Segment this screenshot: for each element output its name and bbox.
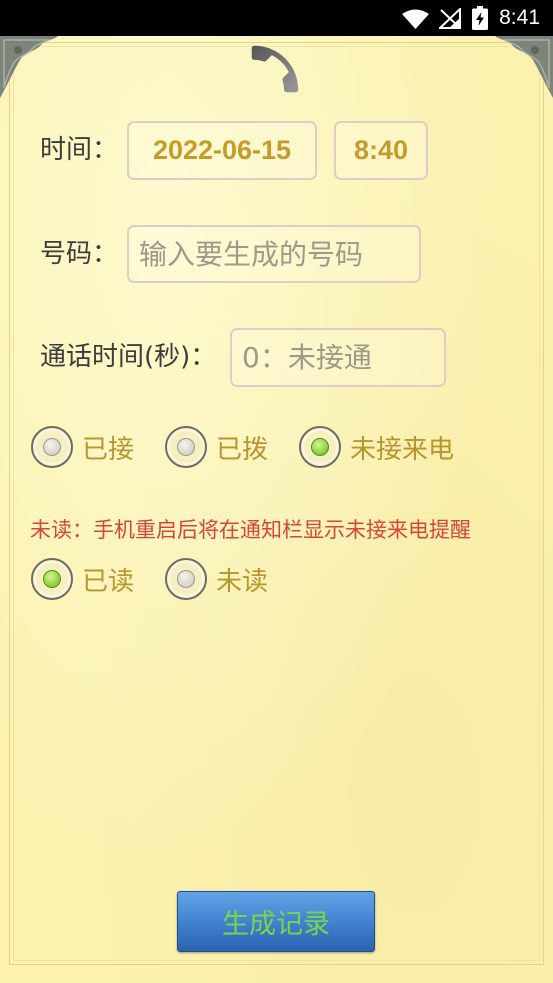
radio-dot [43, 570, 61, 588]
radio-dot [177, 438, 195, 456]
radio-button-icon [299, 426, 341, 468]
paper-border [9, 42, 544, 965]
radio-label: 未读 [216, 566, 269, 597]
radio-button-icon [165, 558, 207, 600]
radio-call-dialed[interactable]: 已拨 [165, 426, 268, 468]
number-label: 号码： [40, 239, 119, 269]
radio-dot [177, 570, 195, 588]
date-picker-field[interactable]: 2022-06-15 [127, 121, 317, 180]
call-duration-input[interactable] [230, 328, 446, 387]
time-label: 时间： [40, 135, 119, 165]
radio-read[interactable]: 已读 [31, 558, 134, 600]
no-sim-signal-icon [439, 8, 461, 29]
battery-charging-icon [472, 6, 488, 30]
paper-border-inner [13, 46, 540, 961]
corner-ornament-right-icon [495, 36, 553, 98]
radio-dot [43, 438, 61, 456]
phone-number-input[interactable] [127, 225, 421, 283]
paper-background: 时间： 2022-06-15 8:40 号码： 通话时间(秒)： 已接 已拨 未… [0, 36, 553, 983]
generate-record-button[interactable]: 生成记录 [177, 891, 375, 952]
radio-label: 已读 [82, 566, 135, 597]
status-bar: 8:41 [0, 0, 553, 36]
radio-unread[interactable]: 未读 [165, 558, 268, 600]
radio-call-missed[interactable]: 未接来电 [299, 426, 454, 468]
radio-label: 已拨 [216, 434, 269, 465]
duration-label: 通话时间(秒)： [40, 342, 217, 372]
radio-dot [311, 438, 329, 456]
radio-button-icon [31, 426, 73, 468]
wifi-icon [402, 9, 429, 29]
phone-handset-icon [251, 45, 299, 93]
unread-notice: 未读：手机重启后将在通知栏显示未接来电提醒 [30, 518, 471, 542]
time-picker-field[interactable]: 8:40 [334, 121, 428, 180]
corner-ornament-left-icon [0, 36, 58, 98]
radio-label: 已接 [82, 434, 135, 465]
radio-button-icon [31, 558, 73, 600]
status-time: 8:41 [499, 6, 540, 29]
radio-button-icon [165, 426, 207, 468]
radio-call-answered[interactable]: 已接 [31, 426, 134, 468]
radio-label: 未接来电 [350, 434, 455, 465]
